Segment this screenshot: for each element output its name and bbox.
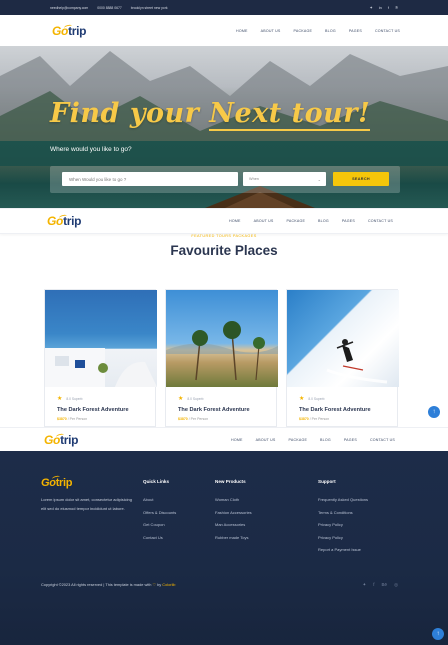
- nav-about[interactable]: ABOUT US: [256, 438, 276, 442]
- footer-about: Go trip Lorem ipsum dolor sit amet, conse…: [41, 475, 133, 514]
- scroll-to-top-button[interactable]: ↑: [432, 628, 444, 640]
- footer-link[interactable]: About: [143, 497, 176, 502]
- nav-blog[interactable]: BLOG: [318, 219, 329, 223]
- card-title[interactable]: The Dark Forest Adventure: [299, 407, 385, 413]
- footer-link[interactable]: Frequently Asked Questions: [318, 497, 368, 502]
- nav-home[interactable]: HOME: [236, 29, 248, 33]
- site-logo[interactable]: Go trip: [47, 214, 82, 228]
- scroll-to-top-button[interactable]: ↑: [428, 406, 440, 418]
- contact-address: brooklyn street new york: [130, 5, 168, 10]
- search-button[interactable]: SEARCH: [333, 172, 389, 186]
- footer-link[interactable]: Fashion Accessories: [215, 510, 252, 515]
- facebook-icon[interactable]: f: [388, 5, 389, 10]
- colorlib-link[interactable]: Colorlib: [162, 582, 175, 587]
- contact-email[interactable]: needhelp@company.com: [50, 6, 88, 10]
- arrow-up-icon: ↑: [436, 631, 440, 637]
- star-icon: ★: [178, 396, 184, 402]
- nav-pages[interactable]: PAGES: [342, 219, 355, 223]
- footer-link[interactable]: Man Accessories: [215, 522, 252, 527]
- section-title: Favourite Places: [170, 243, 278, 258]
- top-info-bar: needhelp@company.com 0000 8888 0677 broo…: [0, 0, 448, 15]
- footer-link[interactable]: Offers & Discounts: [143, 510, 176, 515]
- nav-menu: HOME ABOUT US PACKAGE BLOG PAGES CONTACT…: [229, 219, 393, 223]
- footer-link[interactable]: Terms & Conditions: [318, 510, 368, 515]
- card-rating: ★ 8.0 Superb: [299, 396, 325, 402]
- card-price: $3870 / Per Person: [299, 417, 330, 421]
- tour-image-santorini[interactable]: [45, 290, 157, 387]
- tour-image-ski[interactable]: [287, 290, 399, 387]
- pinterest-icon[interactable]: ℗: [395, 5, 398, 10]
- linkedin-icon[interactable]: in: [379, 5, 382, 10]
- nav-contact[interactable]: CONTACT US: [368, 219, 393, 223]
- hero-title: Find your Next tour!: [50, 98, 371, 131]
- card-title[interactable]: The Dark Forest Adventure: [178, 407, 264, 413]
- card-rating: ★ 8.0 Superb: [178, 396, 204, 402]
- footer-link[interactable]: Report a Payment Issue: [318, 547, 368, 552]
- twitter-icon[interactable]: ✦: [369, 5, 372, 10]
- arrow-up-icon: ↑: [432, 409, 436, 415]
- card-title[interactable]: The Dark Forest Adventure: [57, 407, 143, 413]
- nav-package[interactable]: PACKAGE: [289, 438, 308, 442]
- card-price: $3870 / Per Person: [57, 417, 88, 421]
- nav-menu: HOME ABOUT US PACKAGE BLOG PAGES CONTACT…: [236, 29, 400, 33]
- contact-phone[interactable]: 0000 8888 0677: [97, 6, 122, 10]
- footer-link[interactable]: Woman Cloth: [215, 497, 252, 502]
- card-rating: ★ 8.0 Superb: [57, 396, 83, 402]
- behance-icon[interactable]: Bē: [382, 582, 388, 588]
- footer-new-products: New Products Woman Cloth Fashion Accesso…: [215, 479, 252, 540]
- when-select[interactable]: When ⌄: [243, 172, 326, 186]
- facebook-icon[interactable]: f: [373, 582, 374, 588]
- destination-input[interactable]: [62, 172, 238, 186]
- tour-image-palms[interactable]: [166, 290, 278, 387]
- nav-pages[interactable]: PAGES: [344, 438, 357, 442]
- copyright-text: Copyright ©2023 All rights reserved | Th…: [41, 582, 176, 587]
- site-footer: Go trip Lorem ipsum dolor sit amet, conse…: [0, 451, 448, 645]
- star-icon: ★: [57, 396, 63, 402]
- section-kicker: FEATURED TOURS PACKAGES: [191, 234, 257, 238]
- footer-link[interactable]: Get Coupon: [143, 522, 176, 527]
- tour-card[interactable]: ★ 8.0 Superb The Dark Forest Adventure $…: [165, 289, 278, 427]
- footer-social: ✦ f Bē ◎: [363, 582, 399, 588]
- footer-logo[interactable]: Go trip: [41, 475, 133, 489]
- nav-pages[interactable]: PAGES: [349, 29, 362, 33]
- footer-link[interactable]: Contact Us: [143, 535, 176, 540]
- globe-icon[interactable]: ◎: [394, 582, 398, 588]
- nav-package[interactable]: PACKAGE: [287, 219, 306, 223]
- nav-contact[interactable]: CONTACT US: [375, 29, 400, 33]
- search-form: When ⌄ SEARCH: [50, 166, 400, 193]
- card-price: $3870 / Per Person: [178, 417, 209, 421]
- sticky-navbar: Go trip HOME ABOUT US PACKAGE BLOG PAGES …: [0, 208, 448, 234]
- nav-about[interactable]: ABOUT US: [254, 219, 274, 223]
- tour-card[interactable]: ★ 8.0 Superb The Dark Forest Adventure $…: [286, 289, 399, 427]
- footer-link[interactable]: Privacy Policy: [318, 522, 368, 527]
- sticky-navbar: Go trip HOME ABOUT US PACKAGE BLOG PAGES …: [0, 427, 448, 451]
- nav-home[interactable]: HOME: [229, 219, 241, 223]
- nav-about[interactable]: ABOUT US: [261, 29, 281, 33]
- nav-contact[interactable]: CONTACT US: [370, 438, 395, 442]
- hero-banner: Find your Next tour! Where would you lik…: [0, 46, 448, 208]
- nav-home[interactable]: HOME: [231, 438, 243, 442]
- chevron-down-icon: ⌄: [317, 176, 321, 182]
- footer-support: Support Frequently Asked Questions Terms…: [318, 479, 369, 552]
- site-logo[interactable]: Go trip: [52, 24, 87, 38]
- tour-card[interactable]: ★ 8.0 Superb The Dark Forest Adventure $…: [44, 289, 157, 427]
- main-navbar: Go trip HOME ABOUT US PACKAGE BLOG PAGES …: [0, 15, 448, 46]
- star-icon: ★: [299, 396, 305, 402]
- nav-menu: HOME ABOUT US PACKAGE BLOG PAGES CONTACT…: [231, 438, 395, 442]
- nav-blog[interactable]: BLOG: [320, 438, 331, 442]
- footer-link[interactable]: Rubber made Toys: [215, 535, 252, 540]
- footer-description: Lorem ipsum dolor sit amet, consectetur …: [41, 497, 132, 511]
- nav-blog[interactable]: BLOG: [325, 29, 336, 33]
- footer-link[interactable]: Privacy Policy: [318, 535, 368, 540]
- footer-quick-links: Quick Links About Offers & Discounts Get…: [143, 479, 177, 540]
- hero-subtitle: Where would you like to go?: [50, 146, 132, 153]
- twitter-icon[interactable]: ✦: [363, 582, 367, 588]
- site-logo[interactable]: Go trip: [44, 433, 79, 447]
- nav-package[interactable]: PACKAGE: [294, 29, 313, 33]
